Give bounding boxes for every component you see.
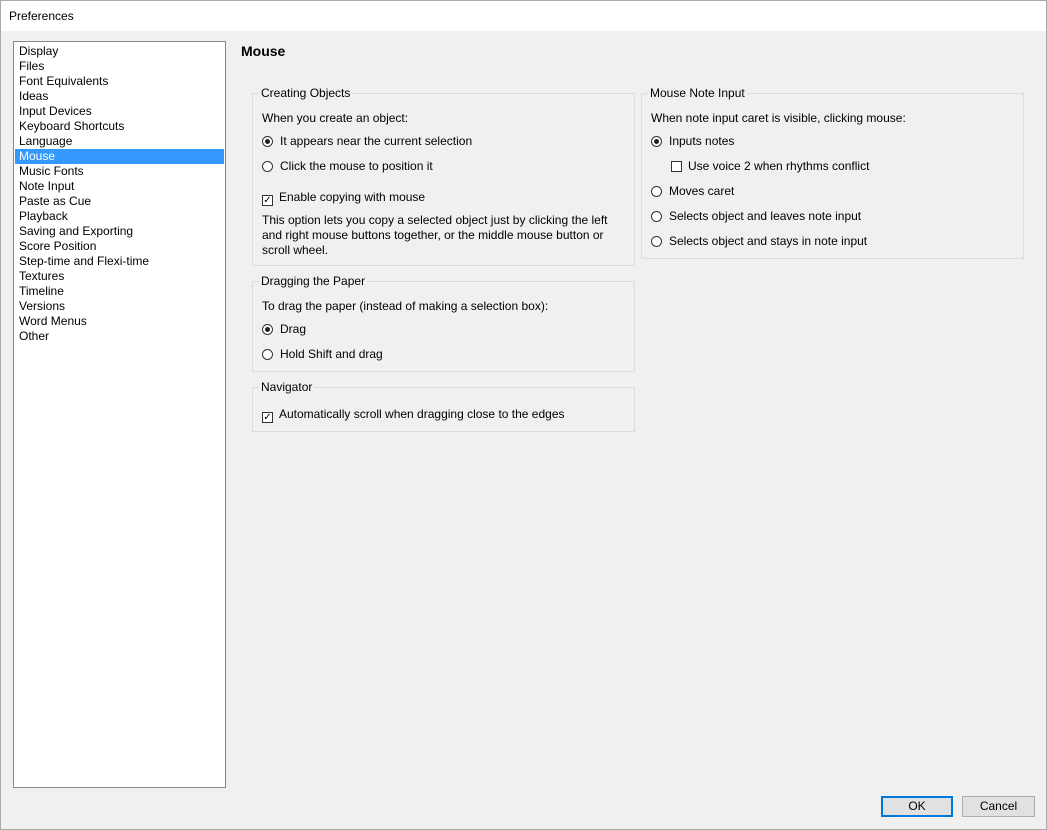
category-item-saving-and-exporting[interactable]: Saving and Exporting [15, 224, 224, 239]
category-item-note-input[interactable]: Note Input [15, 179, 224, 194]
page-title: Mouse [241, 43, 286, 59]
category-item-language[interactable]: Language [15, 134, 224, 149]
checkbox-label: Automatically scroll when dragging close… [279, 407, 565, 421]
dragging-paper-prompt: To drag the paper (instead of making a s… [262, 299, 549, 313]
checkbox-auto-scroll[interactable]: ✓ Automatically scroll when dragging clos… [262, 407, 565, 423]
category-item-input-devices[interactable]: Input Devices [15, 104, 224, 119]
radio-label: Selects object and leaves note input [669, 209, 862, 223]
checkbox-checked-icon: ✓ [262, 195, 273, 206]
category-item-word-menus[interactable]: Word Menus [15, 314, 224, 329]
checkbox-label: Enable copying with mouse [279, 190, 426, 204]
preferences-window: Preferences Display Files Font Equivalen… [0, 0, 1047, 830]
category-item-textures[interactable]: Textures [15, 269, 224, 284]
radio-unchecked-icon [262, 161, 273, 172]
radio-label: Selects object and stays in note input [669, 234, 868, 248]
radio-inputs-notes[interactable]: Inputs notes [651, 134, 734, 149]
cancel-button[interactable]: Cancel [962, 796, 1035, 817]
radio-select-stay-note-input[interactable]: Selects object and stays in note input [651, 234, 867, 249]
checkbox-checked-icon: ✓ [262, 412, 273, 423]
radio-click-to-position[interactable]: Click the mouse to position it [262, 159, 433, 174]
radio-unchecked-icon [651, 211, 662, 222]
dragging-paper-legend: Dragging the Paper [259, 274, 368, 289]
category-item-playback[interactable]: Playback [15, 209, 224, 224]
radio-drag[interactable]: Drag [262, 322, 306, 337]
category-item-music-fonts[interactable]: Music Fonts [15, 164, 224, 179]
category-item-step-time[interactable]: Step-time and Flexi-time [15, 254, 224, 269]
radio-checked-icon [262, 324, 273, 335]
radio-unchecked-icon [651, 236, 662, 247]
category-item-versions[interactable]: Versions [15, 299, 224, 314]
category-item-font-equivalents[interactable]: Font Equivalents [15, 74, 224, 89]
mouse-note-input-prompt: When note input caret is visible, clicki… [651, 111, 906, 125]
category-item-display[interactable]: Display [15, 44, 224, 59]
creating-objects-prompt: When you create an object: [262, 111, 409, 125]
dragging-paper-group: Dragging the Paper To drag the paper (in… [252, 274, 635, 372]
radio-checked-icon [651, 136, 662, 147]
radio-hold-shift-drag[interactable]: Hold Shift and drag [262, 347, 383, 362]
radio-moves-caret[interactable]: Moves caret [651, 184, 734, 199]
category-item-mouse[interactable]: Mouse [15, 149, 224, 164]
window-title: Preferences [9, 9, 74, 23]
checkbox-unchecked-icon [671, 161, 682, 172]
radio-label: Drag [280, 322, 307, 336]
radio-select-leave-note-input[interactable]: Selects object and leaves note input [651, 209, 861, 224]
checkbox-enable-copying[interactable]: ✓ Enable copying with mouse [262, 190, 425, 206]
radio-label: Hold Shift and drag [280, 347, 383, 361]
navigator-legend: Navigator [259, 380, 315, 395]
radio-label: Click the mouse to position it [280, 159, 433, 173]
category-item-keyboard-shortcuts[interactable]: Keyboard Shortcuts [15, 119, 224, 134]
mouse-note-input-legend: Mouse Note Input [648, 86, 747, 101]
navigator-group: Navigator ✓ Automatically scroll when dra… [252, 380, 635, 432]
checkbox-label: Use voice 2 when rhythms conflict [688, 159, 870, 173]
radio-unchecked-icon [262, 349, 273, 360]
category-item-timeline[interactable]: Timeline [15, 284, 224, 299]
category-item-ideas[interactable]: Ideas [15, 89, 224, 104]
category-item-files[interactable]: Files [15, 59, 224, 74]
radio-label: Moves caret [669, 184, 735, 198]
radio-label: Inputs notes [669, 134, 735, 148]
category-item-paste-as-cue[interactable]: Paste as Cue [15, 194, 224, 209]
category-list[interactable]: Display Files Font Equivalents Ideas Inp… [13, 41, 226, 788]
mouse-note-input-group: Mouse Note Input When note input caret i… [641, 86, 1024, 259]
category-item-other[interactable]: Other [15, 329, 224, 344]
creating-objects-group: Creating Objects When you create an obje… [252, 86, 635, 266]
radio-label: It appears near the current selection [280, 134, 473, 148]
checkbox-use-voice-2[interactable]: Use voice 2 when rhythms conflict [671, 159, 869, 174]
radio-appears-near-selection[interactable]: It appears near the current selection [262, 134, 472, 149]
title-bar[interactable]: Preferences [1, 1, 1046, 31]
ok-button[interactable]: OK [881, 796, 953, 817]
creating-objects-legend: Creating Objects [259, 86, 353, 101]
copy-description: This option lets you copy a selected obj… [262, 213, 608, 257]
radio-unchecked-icon [651, 186, 662, 197]
radio-checked-icon [262, 136, 273, 147]
category-item-score-position[interactable]: Score Position [15, 239, 224, 254]
